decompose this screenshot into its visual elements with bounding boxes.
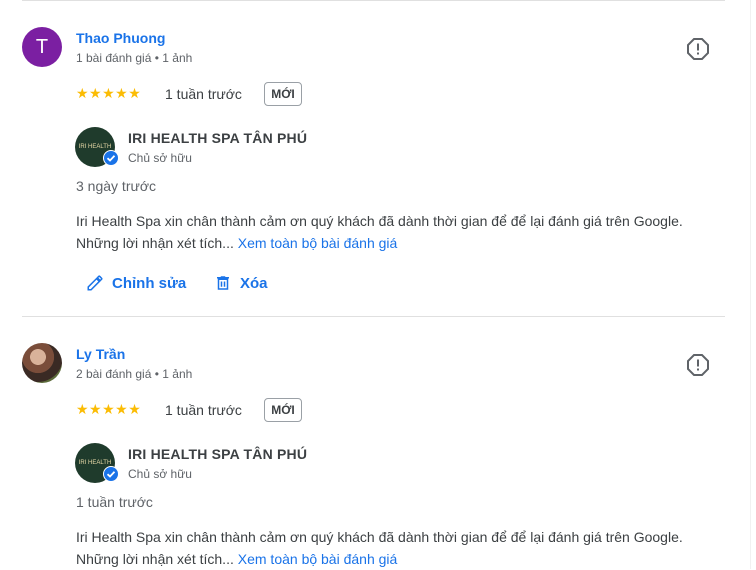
review-divider [22, 316, 725, 317]
pencil-icon [87, 275, 103, 291]
owner-name: IRI HEALTH SPA TÂN PHÚ [128, 130, 308, 146]
avatar[interactable]: T [22, 27, 62, 67]
owner-name: IRI HEALTH SPA TÂN PHÚ [128, 446, 308, 462]
reviewer-meta: 2 bài đánh giá • 1 ảnh [76, 367, 193, 381]
see-full-review-link[interactable]: Xem toàn bộ bài đánh giá [238, 551, 398, 567]
reply-time: 3 ngày trước [76, 178, 157, 194]
reply-text: Iri Health Spa xin chân thành cảm ơn quý… [76, 210, 726, 254]
owner-role: Chủ sở hữu [128, 467, 192, 481]
verified-icon [103, 150, 119, 166]
star-rating: ★★★★★ [76, 85, 142, 101]
top-divider [22, 0, 725, 1]
avatar[interactable] [22, 343, 62, 383]
reviewer-name[interactable]: Ly Trần [76, 346, 125, 362]
review-time: 1 tuần trước [165, 402, 242, 418]
verified-icon [103, 466, 119, 482]
new-badge: MỚI [264, 398, 302, 422]
owner-role: Chủ sở hữu [128, 151, 192, 165]
reviewer-name[interactable]: Thao Phuong [76, 30, 165, 46]
report-icon[interactable] [686, 37, 710, 61]
delete-label: Xóa [240, 274, 268, 292]
reply-time: 1 tuần trước [76, 494, 153, 510]
edit-button[interactable]: Chỉnh sửa [86, 274, 186, 292]
delete-button[interactable]: Xóa [214, 274, 268, 292]
reviewer-meta: 1 bài đánh giá • 1 ảnh [76, 51, 193, 65]
reply-text: Iri Health Spa xin chân thành cảm ơn quý… [76, 526, 726, 570]
review-time: 1 tuần trước [165, 86, 242, 102]
star-rating: ★★★★★ [76, 401, 142, 417]
avatar-letter: T [35, 35, 49, 58]
see-full-review-link[interactable]: Xem toàn bộ bài đánh giá [238, 235, 398, 251]
report-icon[interactable] [686, 353, 710, 377]
new-badge: MỚI [264, 82, 302, 106]
trash-icon [217, 276, 229, 290]
edit-label: Chỉnh sửa [112, 274, 187, 292]
scrollbar-track[interactable] [750, 0, 751, 569]
